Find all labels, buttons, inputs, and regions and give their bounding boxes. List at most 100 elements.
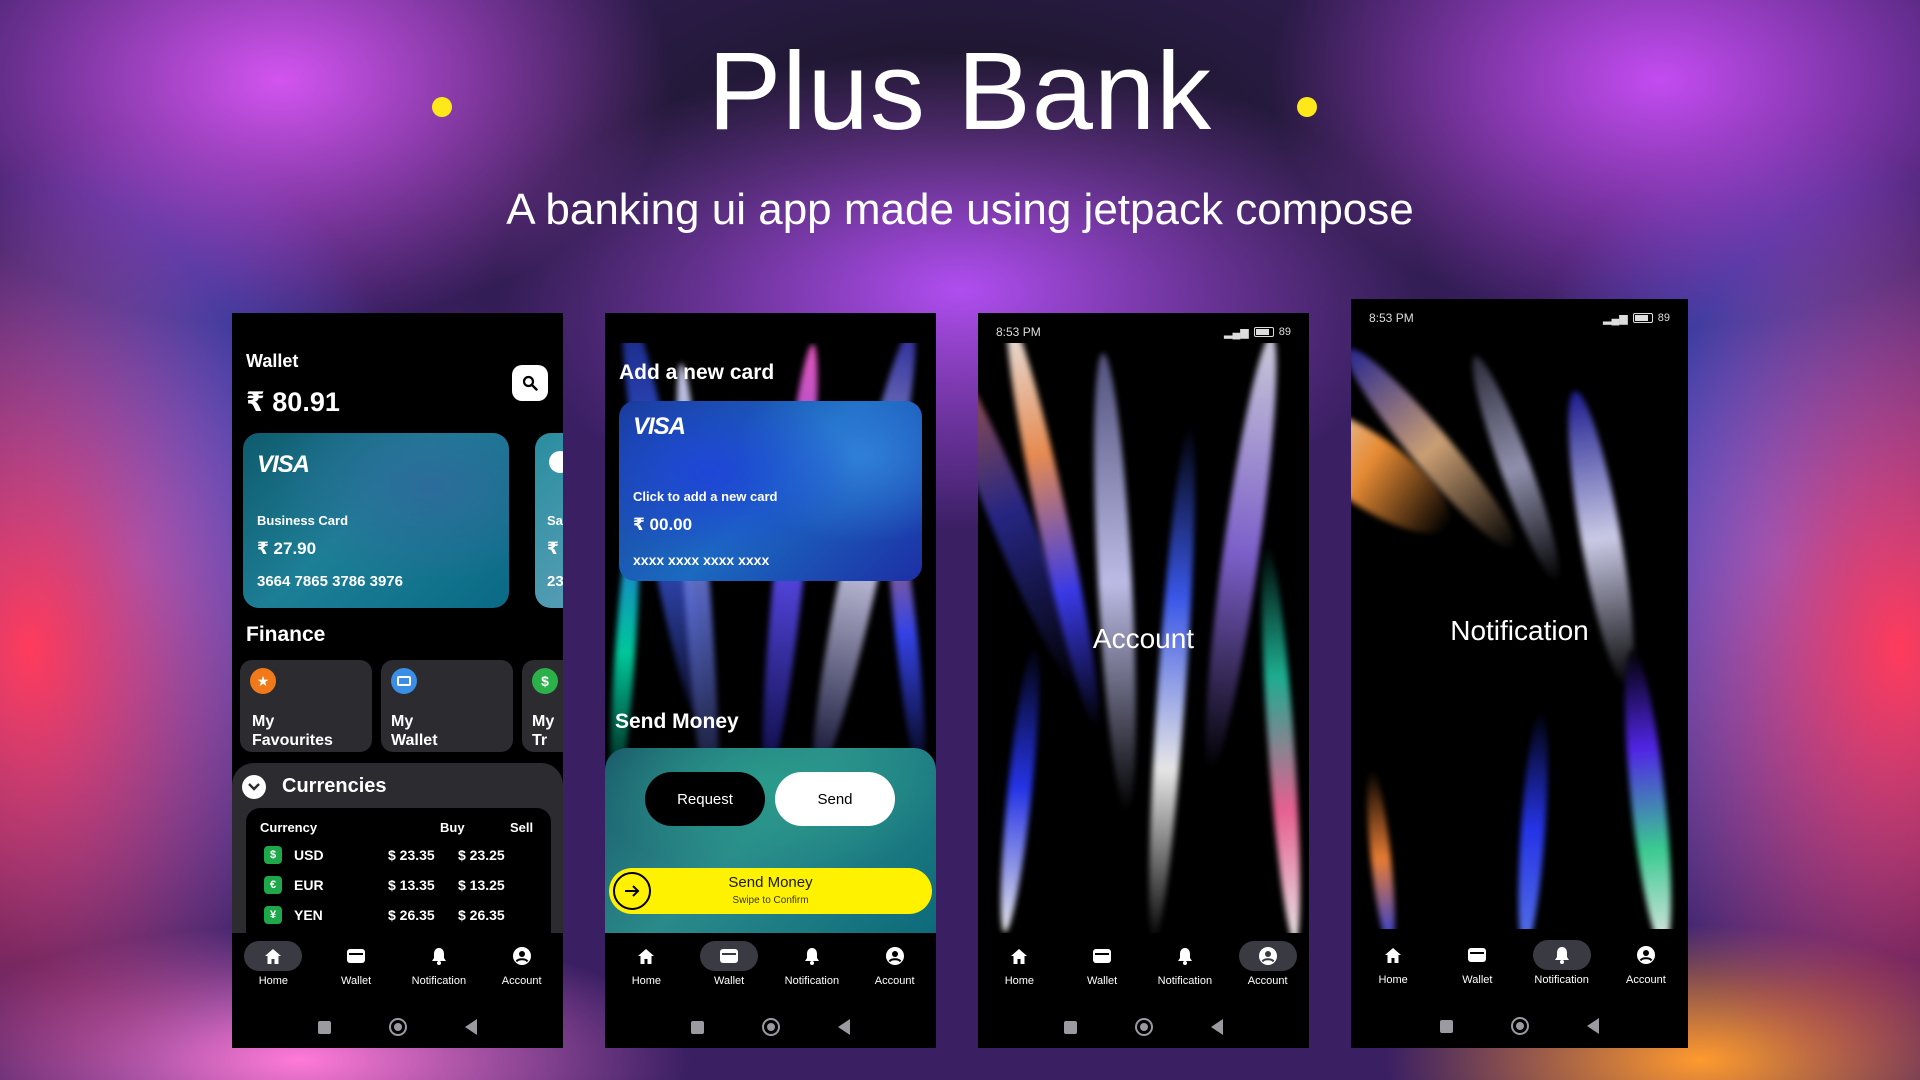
home-system-button[interactable] <box>1135 1018 1153 1036</box>
back-button[interactable] <box>838 1019 850 1035</box>
system-nav-bar <box>232 1007 563 1047</box>
chevron-down-icon <box>248 783 260 791</box>
currencies-title: Currencies <box>282 775 387 797</box>
nav-wallet[interactable]: Wallet <box>316 941 396 987</box>
add-card-title: Add a new card <box>619 361 775 384</box>
recents-button[interactable] <box>1440 1019 1453 1033</box>
battery-level: 89 <box>1278 326 1291 338</box>
collapse-button[interactable] <box>242 775 266 799</box>
wallet-icon <box>391 668 417 694</box>
account-circle-icon <box>1258 947 1277 965</box>
card-peek-circle <box>549 451 563 473</box>
nav-label: Home <box>1004 975 1035 987</box>
battery-icon <box>1253 327 1274 337</box>
bell-icon <box>431 947 446 965</box>
nav-account[interactable]: Account <box>1228 941 1308 987</box>
phone-account: 8:53 PM ▂▄▆ 89 Account Home Wallet Notifi… <box>978 313 1309 1048</box>
nav-label: Home <box>258 975 289 987</box>
card-peek-number: 23 <box>547 573 563 590</box>
status-bar: 8:53 PM ▂▄▆ 89 <box>1351 307 1688 329</box>
back-button[interactable] <box>1211 1019 1223 1035</box>
finance-label-line1: My <box>532 713 555 730</box>
swipe-subtitle: Swipe to Confirm <box>732 895 809 906</box>
send-button[interactable]: Send <box>775 772 895 826</box>
card-number: xxxx xxxx xxxx xxxx <box>633 552 770 568</box>
bell-icon <box>804 947 819 965</box>
home-icon <box>638 948 655 964</box>
recents-button[interactable] <box>691 1020 704 1034</box>
back-button[interactable] <box>1587 1018 1599 1034</box>
currency-name: EUR <box>294 877 324 893</box>
add-card-hint: Click to add a new card <box>633 489 778 504</box>
wallet-balance: ₹ 80.91 <box>246 387 340 417</box>
nav-notification[interactable]: Notification <box>1145 941 1225 987</box>
dollar-icon: $ <box>532 668 558 694</box>
home-system-button[interactable] <box>389 1018 407 1036</box>
swipe-to-send-slider[interactable]: Send Money Swipe to Confirm <box>609 868 932 914</box>
euro-icon: € <box>264 876 282 894</box>
recents-button[interactable] <box>318 1020 331 1034</box>
request-button[interactable]: Request <box>645 772 765 826</box>
finance-transactions[interactable]: $ My Tr <box>522 660 563 752</box>
nav-notification[interactable]: Notification <box>1522 940 1602 986</box>
nav-home[interactable]: Home <box>979 941 1059 987</box>
nav-label: Account <box>874 975 915 987</box>
account-screen-label: Account <box>1092 623 1195 654</box>
nav-account[interactable]: Account <box>855 941 935 987</box>
account-circle-icon <box>885 947 904 965</box>
page-title: Plus Bank <box>707 30 1213 153</box>
nav-home[interactable]: Home <box>1353 940 1433 986</box>
home-system-button[interactable] <box>1511 1017 1529 1035</box>
nav-label: Wallet <box>1087 975 1118 987</box>
nav-account[interactable]: Account <box>1606 940 1686 986</box>
wallet-icon <box>1468 948 1487 962</box>
showcase-background: Plus Bank A banking ui app made using je… <box>0 0 1920 1080</box>
nav-label: Wallet <box>1462 974 1493 986</box>
currency-row-eur: € EUR $ 13.35 $ 13.25 <box>264 872 531 898</box>
card-name: Business Card <box>257 513 349 528</box>
home-system-button[interactable] <box>762 1018 780 1036</box>
card-peek-name: Sa <box>547 513 563 528</box>
search-button[interactable] <box>512 365 548 401</box>
nav-label: Account <box>1626 974 1666 986</box>
finance-label-line1: My <box>252 713 275 730</box>
finance-wallet[interactable]: My Wallet <box>381 660 513 752</box>
phone-home: Wallet ₹ 80.91 VISA Business Card ₹ 27.9… <box>232 313 563 1048</box>
account-circle-icon <box>1636 946 1655 964</box>
buy-col-header: Buy <box>440 820 465 835</box>
nav-account[interactable]: Account <box>482 941 562 987</box>
wallet-icon <box>720 949 739 963</box>
nav-wallet[interactable]: Wallet <box>1437 940 1517 986</box>
signal-icon: ▂▄▆ <box>1603 312 1628 325</box>
battery-icon <box>1632 313 1653 323</box>
recents-button[interactable] <box>1064 1020 1077 1034</box>
nav-label: Notification <box>784 975 840 987</box>
next-card-peek[interactable]: Sa ₹ 23 <box>535 433 563 608</box>
nav-notification[interactable]: Notification <box>399 941 479 987</box>
star-icon: ★ <box>250 668 276 694</box>
nav-notification[interactable]: Notification <box>772 941 852 987</box>
nav-label: Notification <box>411 975 467 987</box>
nav-wallet[interactable]: Wallet <box>1062 941 1142 987</box>
business-card[interactable]: VISA Business Card ₹ 27.90 3664 7865 378… <box>243 433 509 608</box>
wallet-icon <box>1093 949 1112 963</box>
card-amount: ₹ 00.00 <box>633 515 693 534</box>
home-icon <box>1385 947 1402 963</box>
nav-label: Wallet <box>341 975 372 987</box>
currency-header-row: Currency Buy Sell <box>246 820 551 838</box>
search-icon <box>522 375 538 391</box>
notification-screen-label: Notification <box>1450 615 1589 646</box>
dollar-icon: $ <box>264 846 282 864</box>
sell-col-header: Sell <box>510 820 534 835</box>
currency-col-header: Currency <box>260 820 318 835</box>
back-button[interactable] <box>465 1019 477 1035</box>
add-card-button[interactable]: VISA Click to add a new card ₹ 00.00 xxx… <box>619 401 922 581</box>
finance-title: Finance <box>246 623 326 646</box>
yen-icon: ¥ <box>264 906 282 924</box>
nav-home[interactable]: Home <box>233 941 313 987</box>
system-nav-bar <box>1351 1006 1688 1046</box>
nav-wallet[interactable]: Wallet <box>689 941 769 987</box>
phone-notification: 8:53 PM ▂▄▆ 89 Notification Home Wallet N… <box>1351 299 1688 1048</box>
nav-home[interactable]: Home <box>606 941 686 987</box>
finance-favourites[interactable]: ★ My Favourites <box>240 660 372 752</box>
